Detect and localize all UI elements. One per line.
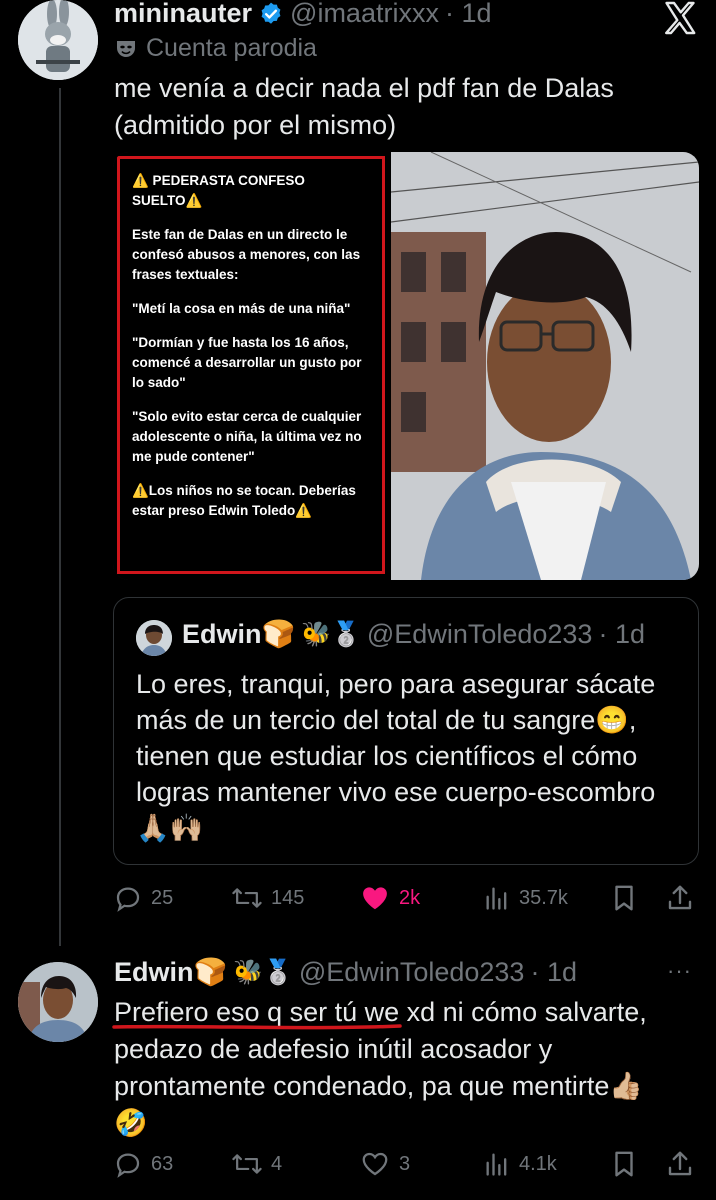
bookmark-icon[interactable] [609,882,639,914]
reply-header: Edwin🍞 🐝🥈 @EdwinToledo233 · 1d [114,956,577,988]
poster-paragraph: Este fan de Dalas en un directo le confe… [132,227,361,282]
like-count: 2k [399,886,421,909]
reply-action-bar: 63 4 3 4.1k [113,1146,703,1182]
person-avatar-icon [136,620,172,656]
poster-paragraph: "Metí la cosa en más de una niña" [132,301,351,316]
view-count: 35.7k [519,886,568,909]
profile-badges: 🐝🥈 [301,620,361,648]
parody-mask-icon [117,40,135,57]
bookmark-icon[interactable] [609,1148,639,1180]
like-button[interactable]: 3 [359,1149,410,1179]
avatar[interactable] [136,620,172,656]
display-name[interactable]: mininauter [114,0,252,29]
share-icon[interactable] [665,1148,695,1180]
poster-paragraph: "Solo evito estar cerca de cualquier ado… [132,409,362,464]
poster-headline: ⚠️ PEDERASTA CONFESO SUELTO⚠️ [132,173,305,208]
handle[interactable]: @EdwinToledo233 [367,619,593,650]
person-photo [391,152,699,580]
like-count: 3 [399,1152,411,1175]
bunny-avatar-icon [18,0,98,80]
display-name[interactable]: Edwin🍞 [182,618,295,650]
like-button[interactable]: 2k [359,883,420,913]
quoted-tweet[interactable]: Edwin🍞 🐝🥈 @EdwinToledo233 · 1d Lo eres, … [113,597,699,865]
more-options-icon[interactable]: ··· [667,958,692,984]
quote-header: Edwin🍞 🐝🥈 @EdwinToledo233 · 1d [182,618,645,650]
reply-count: 63 [151,1152,174,1175]
reply-button[interactable]: 25 [113,883,173,913]
heart-outline-icon [362,1152,388,1176]
views-button[interactable]: 35.7k [483,883,568,913]
reply-text: Prefiero eso q ser tú we xd ni cómo salv… [114,997,647,1138]
timestamp[interactable]: · 1d [445,0,492,29]
avatar[interactable] [18,962,98,1042]
reply-icon [116,1153,140,1178]
views-chart-icon [486,887,507,910]
display-name[interactable]: Edwin🍞 [114,956,227,988]
reply-icon [116,887,140,912]
reply-button[interactable]: 63 [113,1149,173,1179]
post-action-bar: 25 145 2k 35.7k [113,880,703,916]
poster-paragraph: ⚠️Los niños no se tocan. Deberías estar … [132,483,356,518]
post-media[interactable]: ⚠️ PEDERASTA CONFESO SUELTO⚠️ Este fan d… [113,152,699,580]
quote-text: Lo eres, tranqui, pero para asegurar sác… [136,669,656,843]
avatar[interactable] [18,0,98,80]
x-logo-icon[interactable] [662,0,698,36]
parody-text: Cuenta parodia [146,34,317,62]
repost-button[interactable]: 4 [231,1149,282,1179]
view-count: 4.1k [519,1152,557,1175]
poster-frame: ⚠️ PEDERASTA CONFESO SUELTO⚠️ Este fan d… [117,156,385,574]
views-button[interactable]: 4.1k [483,1149,557,1179]
poster-paragraph: "Dormían y fue hasta los 16 años, comenc… [132,335,362,390]
repost-icon [232,1154,262,1174]
person-avatar-icon [18,962,98,1042]
timestamp[interactable]: · 1d [598,619,645,650]
reply-count: 25 [151,886,174,909]
repost-icon [232,888,262,908]
timestamp[interactable]: · 1d [530,957,577,988]
repost-count: 145 [271,886,305,909]
views-chart-icon [486,1153,507,1176]
post-text: me venía a decir nada el pdf fan de Dala… [114,73,614,140]
heart-filled-icon [363,887,387,910]
post-header: mininauter @imaatrixxx · 1d [114,0,491,29]
thread-line [59,88,61,946]
warning-poster: ⚠️ PEDERASTA CONFESO SUELTO⚠️ Este fan d… [113,152,391,580]
repost-count: 4 [271,1152,283,1175]
red-underline-annotation [112,1024,402,1030]
handle[interactable]: @imaatrixxx [290,0,439,29]
handle[interactable]: @EdwinToledo233 [299,957,525,988]
parody-label: Cuenta parodia [114,34,317,63]
share-icon[interactable] [665,882,695,914]
profile-badges: 🐝🥈 [233,958,293,986]
verified-badge-icon [261,2,281,24]
repost-button[interactable]: 145 [231,883,304,913]
